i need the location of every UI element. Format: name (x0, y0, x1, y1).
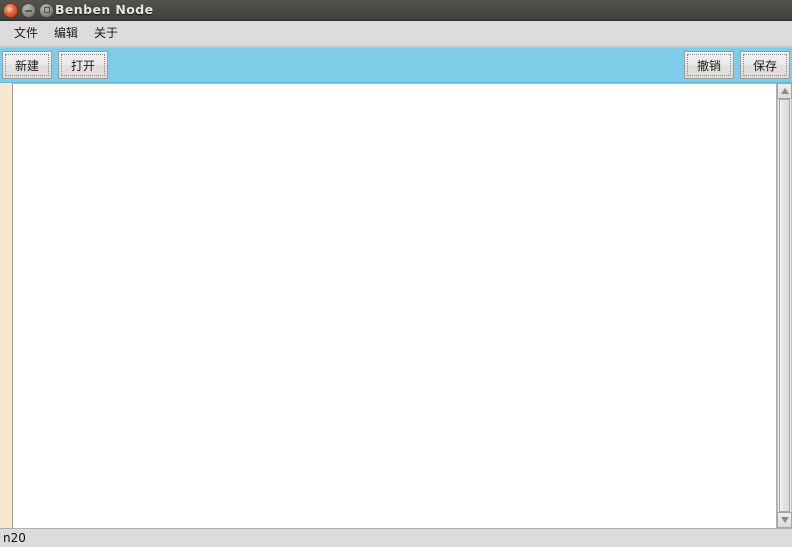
triangle-up-glyph (780, 88, 789, 94)
menu-item-about[interactable]: 关于 (86, 23, 126, 44)
status-text: n20 (3, 531, 26, 545)
vertical-scrollbar[interactable] (776, 83, 792, 528)
scrollbar-thumb[interactable] (779, 99, 790, 512)
save-button[interactable]: 保存 (740, 51, 790, 79)
statusbar: n20 (0, 528, 792, 547)
app-window: Benben Node 文件 编辑 关于 新建 打开 撤销 保存 n20 (0, 0, 792, 547)
menu-item-edit[interactable]: 编辑 (46, 23, 86, 44)
toolbar: 新建 打开 撤销 保存 (0, 47, 792, 83)
save-button-label: 保存 (752, 58, 777, 73)
scroll-up-icon[interactable] (777, 83, 792, 99)
scroll-down-icon[interactable] (777, 512, 792, 528)
window-title: Benben Node (55, 2, 154, 17)
undo-button-label: 撤销 (696, 58, 721, 73)
close-icon[interactable] (3, 2, 18, 18)
editor-content[interactable] (14, 84, 776, 88)
new-button-label: 新建 (14, 58, 39, 73)
maximize-icon[interactable] (39, 2, 54, 18)
open-button-label: 打开 (70, 58, 95, 73)
editor-container (0, 83, 792, 528)
toolbar-left-group: 新建 打开 (0, 51, 111, 79)
window-controls (0, 2, 54, 18)
undo-button[interactable]: 撤销 (684, 51, 734, 79)
line-number-gutter (0, 83, 13, 528)
text-editor[interactable] (13, 83, 776, 528)
titlebar: Benben Node (0, 0, 792, 21)
scrollbar-track[interactable] (777, 99, 792, 512)
toolbar-right-group: 撤销 保存 (681, 51, 792, 79)
new-button[interactable]: 新建 (2, 51, 52, 79)
minimize-icon[interactable] (21, 2, 36, 18)
menubar: 文件 编辑 关于 (0, 21, 792, 47)
open-button[interactable]: 打开 (58, 51, 108, 79)
triangle-down-glyph (780, 517, 789, 523)
menu-item-file[interactable]: 文件 (6, 23, 46, 44)
